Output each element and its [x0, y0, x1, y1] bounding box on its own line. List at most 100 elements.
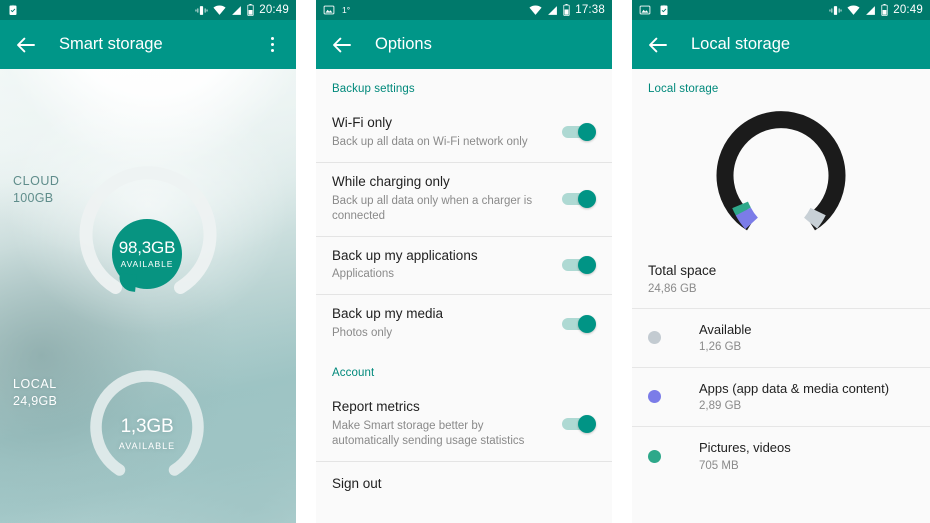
local-available-text: 1,3GB AVAILABLE [92, 417, 202, 451]
option-title: Wi-Fi only [332, 115, 392, 130]
donut-segment-media [732, 201, 751, 217]
option-text: Wi-Fi only Back up all data on Wi-Fi net… [332, 115, 562, 150]
back-arrow-icon[interactable] [646, 33, 670, 57]
donut-segment-apps [735, 207, 759, 230]
app-bar: Smart storage [0, 20, 296, 69]
option-subtitle: Back up all data on Wi-Fi network only [332, 135, 528, 148]
vibrate-icon [195, 5, 208, 15]
option-subtitle: Back up all data only when a charger is … [332, 194, 533, 222]
wifi-icon [529, 5, 542, 15]
storage-item-value: 1,26 GB [699, 341, 742, 354]
toggle-back-up-my-media[interactable] [562, 314, 596, 333]
status-bar: 1° 17:38 [316, 0, 612, 20]
option-subtitle: Make Smart storage better by automatical… [332, 420, 525, 447]
status-bar-left-icons: 1° [323, 4, 350, 16]
storage-item-title: Pictures, videos [699, 440, 791, 456]
toggle-thumb [578, 255, 596, 274]
image-icon [639, 5, 651, 15]
overflow-menu-icon[interactable] [262, 33, 282, 57]
toggle-wifi-only[interactable] [562, 123, 596, 142]
wifi-icon [213, 5, 226, 15]
toggle-thumb [578, 189, 596, 208]
battery-icon [247, 4, 254, 16]
signal-icon [232, 5, 242, 15]
panel-divider [296, 0, 316, 523]
clipboard-icon [9, 4, 17, 15]
cloud-available-badge: 98,3GB AVAILABLE [112, 219, 182, 292]
storage-item-title: Apps (app data & media content) [699, 381, 890, 397]
battery-icon [881, 4, 888, 16]
storage-donut-chart [632, 99, 930, 249]
storage-item-pictures-videos[interactable]: Pictures, videos 705 MB [632, 426, 930, 485]
local-available-label: AVAILABLE [118, 441, 176, 451]
page-title: Options [375, 35, 432, 53]
app-bar: Options [316, 20, 612, 69]
cloud-label: CLOUD [13, 174, 60, 188]
status-bar-right-icons: 20:49 [829, 4, 923, 16]
cloud-available-value: 98,3GB [118, 238, 176, 258]
total-space-row: Total space 24,86 GB [632, 249, 930, 308]
option-row-wifi-only[interactable]: Wi-Fi only Back up all data on Wi-Fi net… [316, 104, 612, 162]
storage-item-text: Apps (app data & media content) 2,89 GB [699, 381, 889, 412]
back-arrow-icon[interactable] [14, 33, 38, 57]
screen-local-storage: 20:49 Local storage Local storage Total … [632, 0, 930, 523]
legend-dot-pictures-videos [648, 449, 661, 463]
option-row-back-up-my-media[interactable]: Back up my media Photos only [316, 294, 612, 354]
panel-divider [612, 0, 632, 523]
storage-overview: CLOUD 100GB 98,3GB AVAILABLE LOCAL 24,9G… [0, 69, 296, 523]
section-header-account: Account [332, 367, 375, 380]
status-bar-right-icons: 20:49 [195, 4, 289, 16]
option-text: Report metrics Make Smart storage better… [332, 399, 562, 449]
status-bar-left-icons [639, 4, 670, 16]
legend-dot-apps [648, 390, 661, 404]
back-arrow-icon[interactable] [330, 33, 354, 57]
screenshot-strip: 20:49 Smart storage CLOUD 100GB 98,3GB A… [0, 0, 930, 523]
battery-icon [563, 4, 570, 16]
toggle-report-metrics[interactable] [562, 415, 596, 434]
local-storage-content: Local storage Total space 24,86 GB Avail… [632, 69, 930, 523]
section-header-local-storage: Local storage [648, 83, 719, 95]
total-space-value: 24,86 GB [648, 282, 697, 295]
signal-icon [548, 5, 558, 15]
cloud-capacity: 100GB [13, 191, 54, 206]
storage-item-available[interactable]: Available 1,26 GB [632, 307, 930, 367]
storage-item-text: Available 1,26 GB [699, 322, 752, 353]
local-capacity-label: LOCAL 24,9GB [13, 376, 57, 411]
storage-item-apps[interactable]: Apps (app data & media content) 2,89 GB [632, 367, 930, 426]
storage-item-title: Available [699, 321, 752, 337]
toggle-thumb [578, 123, 596, 142]
screen-options: 1° 17:38 Options Backup settings Wi-Fi o… [316, 0, 612, 523]
option-text: Back up my media Photos only [332, 306, 562, 341]
option-subtitle: Applications [332, 268, 395, 281]
option-title: Back up my media [332, 306, 444, 322]
toggle-back-up-my-applications[interactable] [562, 255, 596, 274]
screen-smart-storage: 20:49 Smart storage CLOUD 100GB 98,3GB A… [0, 0, 296, 523]
option-text: While charging only Back up all data onl… [332, 174, 562, 224]
options-list: Backup settings Wi-Fi only Back up all d… [316, 69, 612, 523]
option-row-back-up-my-applications[interactable]: Back up my applications Applications [316, 235, 612, 295]
toggle-thumb [578, 415, 596, 434]
option-title: Back up my applications [332, 247, 478, 263]
toggle-while-charging-only[interactable] [562, 189, 596, 208]
storage-item-value: 2,89 GB [699, 400, 742, 413]
cloud-available-label: AVAILABLE [120, 259, 174, 270]
option-title: Report metrics [332, 399, 420, 415]
sign-out-item[interactable]: Sign out [316, 460, 612, 505]
total-space-title: Total space [648, 263, 717, 278]
vibrate-icon [829, 5, 842, 15]
image-icon [323, 5, 335, 15]
app-bar: Local storage [632, 20, 930, 69]
status-bar-right-icons: 17:38 [529, 4, 605, 16]
section-header-backup-settings: Backup settings [332, 83, 415, 95]
clipboard-icon [660, 4, 668, 15]
status-bar-clock: 17:38 [575, 4, 605, 16]
legend-dot-available [648, 331, 661, 344]
local-capacity: 24,9GB [13, 394, 58, 409]
storage-item-value: 705 MB [699, 459, 739, 472]
option-row-while-charging-only[interactable]: While charging only Back up all data onl… [316, 161, 612, 236]
option-text: Back up my applications Applications [332, 248, 562, 283]
local-label: LOCAL [13, 377, 57, 391]
option-row-report-metrics[interactable]: Report metrics Make Smart storage better… [316, 388, 612, 461]
option-subtitle: Photos only [332, 327, 393, 340]
status-bar: 20:49 [0, 0, 296, 20]
